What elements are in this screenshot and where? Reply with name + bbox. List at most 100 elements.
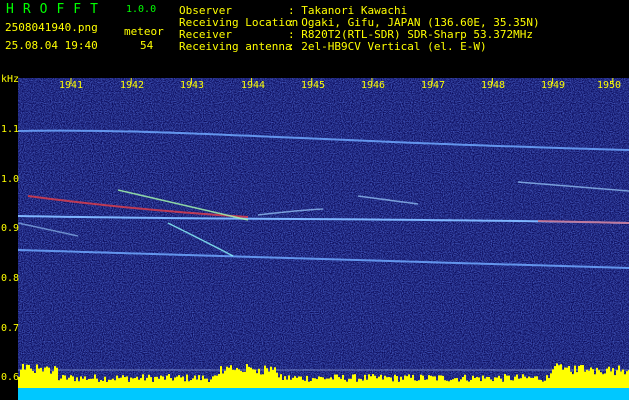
power-bar	[258, 368, 260, 388]
power-bar	[192, 378, 194, 388]
power-bar	[42, 371, 44, 388]
power-bar	[196, 379, 198, 388]
power-bar	[430, 375, 432, 388]
power-bar	[132, 378, 134, 388]
power-bar	[540, 379, 542, 388]
power-bar	[570, 371, 572, 388]
y-tick-label: 1.1	[1, 124, 20, 135]
power-bar	[412, 374, 414, 388]
power-bar	[372, 374, 374, 388]
y-tick-label: 0.7	[1, 323, 20, 334]
power-bar	[220, 366, 222, 388]
power-bar	[180, 377, 182, 388]
power-bar	[356, 381, 358, 388]
power-bar	[432, 376, 434, 388]
power-bar	[384, 375, 386, 388]
power-bar	[194, 375, 196, 388]
header-panel: HROFFT 1.0.0 2508041940.png meteor 25.08…	[0, 0, 629, 78]
power-bar	[52, 371, 54, 388]
power-bar	[402, 379, 404, 388]
power-bar	[418, 380, 420, 388]
power-bar	[334, 374, 336, 388]
power-bar	[280, 374, 282, 388]
power-bar	[238, 369, 240, 388]
power-bar	[486, 376, 488, 388]
power-bar	[556, 363, 558, 388]
power-bar	[56, 367, 58, 388]
power-bar	[120, 377, 122, 388]
power-bar	[542, 381, 544, 388]
power-bar	[422, 375, 424, 388]
power-bar	[288, 375, 290, 388]
power-bar	[358, 378, 360, 388]
power-bar	[308, 381, 310, 388]
power-bar	[616, 370, 618, 388]
power-bar	[318, 376, 320, 388]
power-bar	[254, 369, 256, 388]
power-bar	[560, 364, 562, 388]
power-bar	[342, 374, 344, 388]
power-bar	[532, 377, 534, 388]
power-bar	[350, 378, 352, 388]
power-bar	[122, 375, 124, 388]
power-bar	[592, 369, 594, 388]
power-bar	[130, 377, 132, 388]
power-bar	[326, 378, 328, 388]
power-bar	[494, 377, 496, 388]
power-bar	[152, 381, 154, 388]
power-bar	[436, 380, 438, 388]
power-bar	[200, 380, 202, 388]
power-bar	[178, 375, 180, 388]
x-tick-label: 1949	[541, 80, 566, 91]
power-bar	[28, 364, 30, 388]
power-bar	[230, 365, 232, 388]
power-bar	[406, 376, 408, 388]
power-bar	[182, 376, 184, 388]
power-bar	[512, 380, 514, 388]
power-bar	[626, 371, 628, 388]
power-bar	[228, 367, 230, 388]
power-bar	[622, 369, 624, 388]
power-bar	[588, 370, 590, 388]
power-bar	[370, 376, 372, 388]
power-bar	[462, 376, 464, 388]
power-bar	[618, 365, 620, 388]
power-bar	[624, 374, 626, 388]
power-bar	[600, 372, 602, 388]
power-bar	[70, 375, 72, 388]
power-bar	[250, 367, 252, 388]
power-bar	[500, 378, 502, 388]
power-bar	[506, 375, 508, 388]
power-bar	[190, 380, 192, 388]
power-bar	[452, 379, 454, 388]
power-bar	[106, 381, 108, 388]
power-bar	[164, 379, 166, 388]
power-bar	[444, 380, 446, 388]
power-bar	[274, 367, 276, 388]
power-bar	[472, 375, 474, 388]
x-tick-label: 1943	[180, 80, 205, 91]
power-bar	[74, 381, 76, 388]
power-bar	[378, 376, 380, 388]
power-bar	[446, 380, 448, 388]
app-version: 1.0.0	[126, 4, 157, 15]
power-bar	[58, 380, 60, 388]
power-bar	[150, 377, 152, 388]
power-bar	[84, 376, 86, 388]
power-bar	[376, 378, 378, 388]
x-tick-label: 1942	[120, 80, 145, 91]
power-bar	[118, 378, 120, 388]
power-bar	[322, 377, 324, 388]
power-bar	[24, 369, 26, 388]
power-bar	[518, 378, 520, 388]
power-bar	[546, 375, 548, 388]
power-bar	[208, 381, 210, 388]
power-bar	[210, 379, 212, 388]
power-bar	[526, 378, 528, 388]
power-bar	[320, 376, 322, 388]
power-bar	[166, 375, 168, 388]
power-bar	[92, 378, 94, 388]
power-bar	[482, 375, 484, 388]
power-bar	[410, 377, 412, 388]
power-bar	[94, 374, 96, 388]
